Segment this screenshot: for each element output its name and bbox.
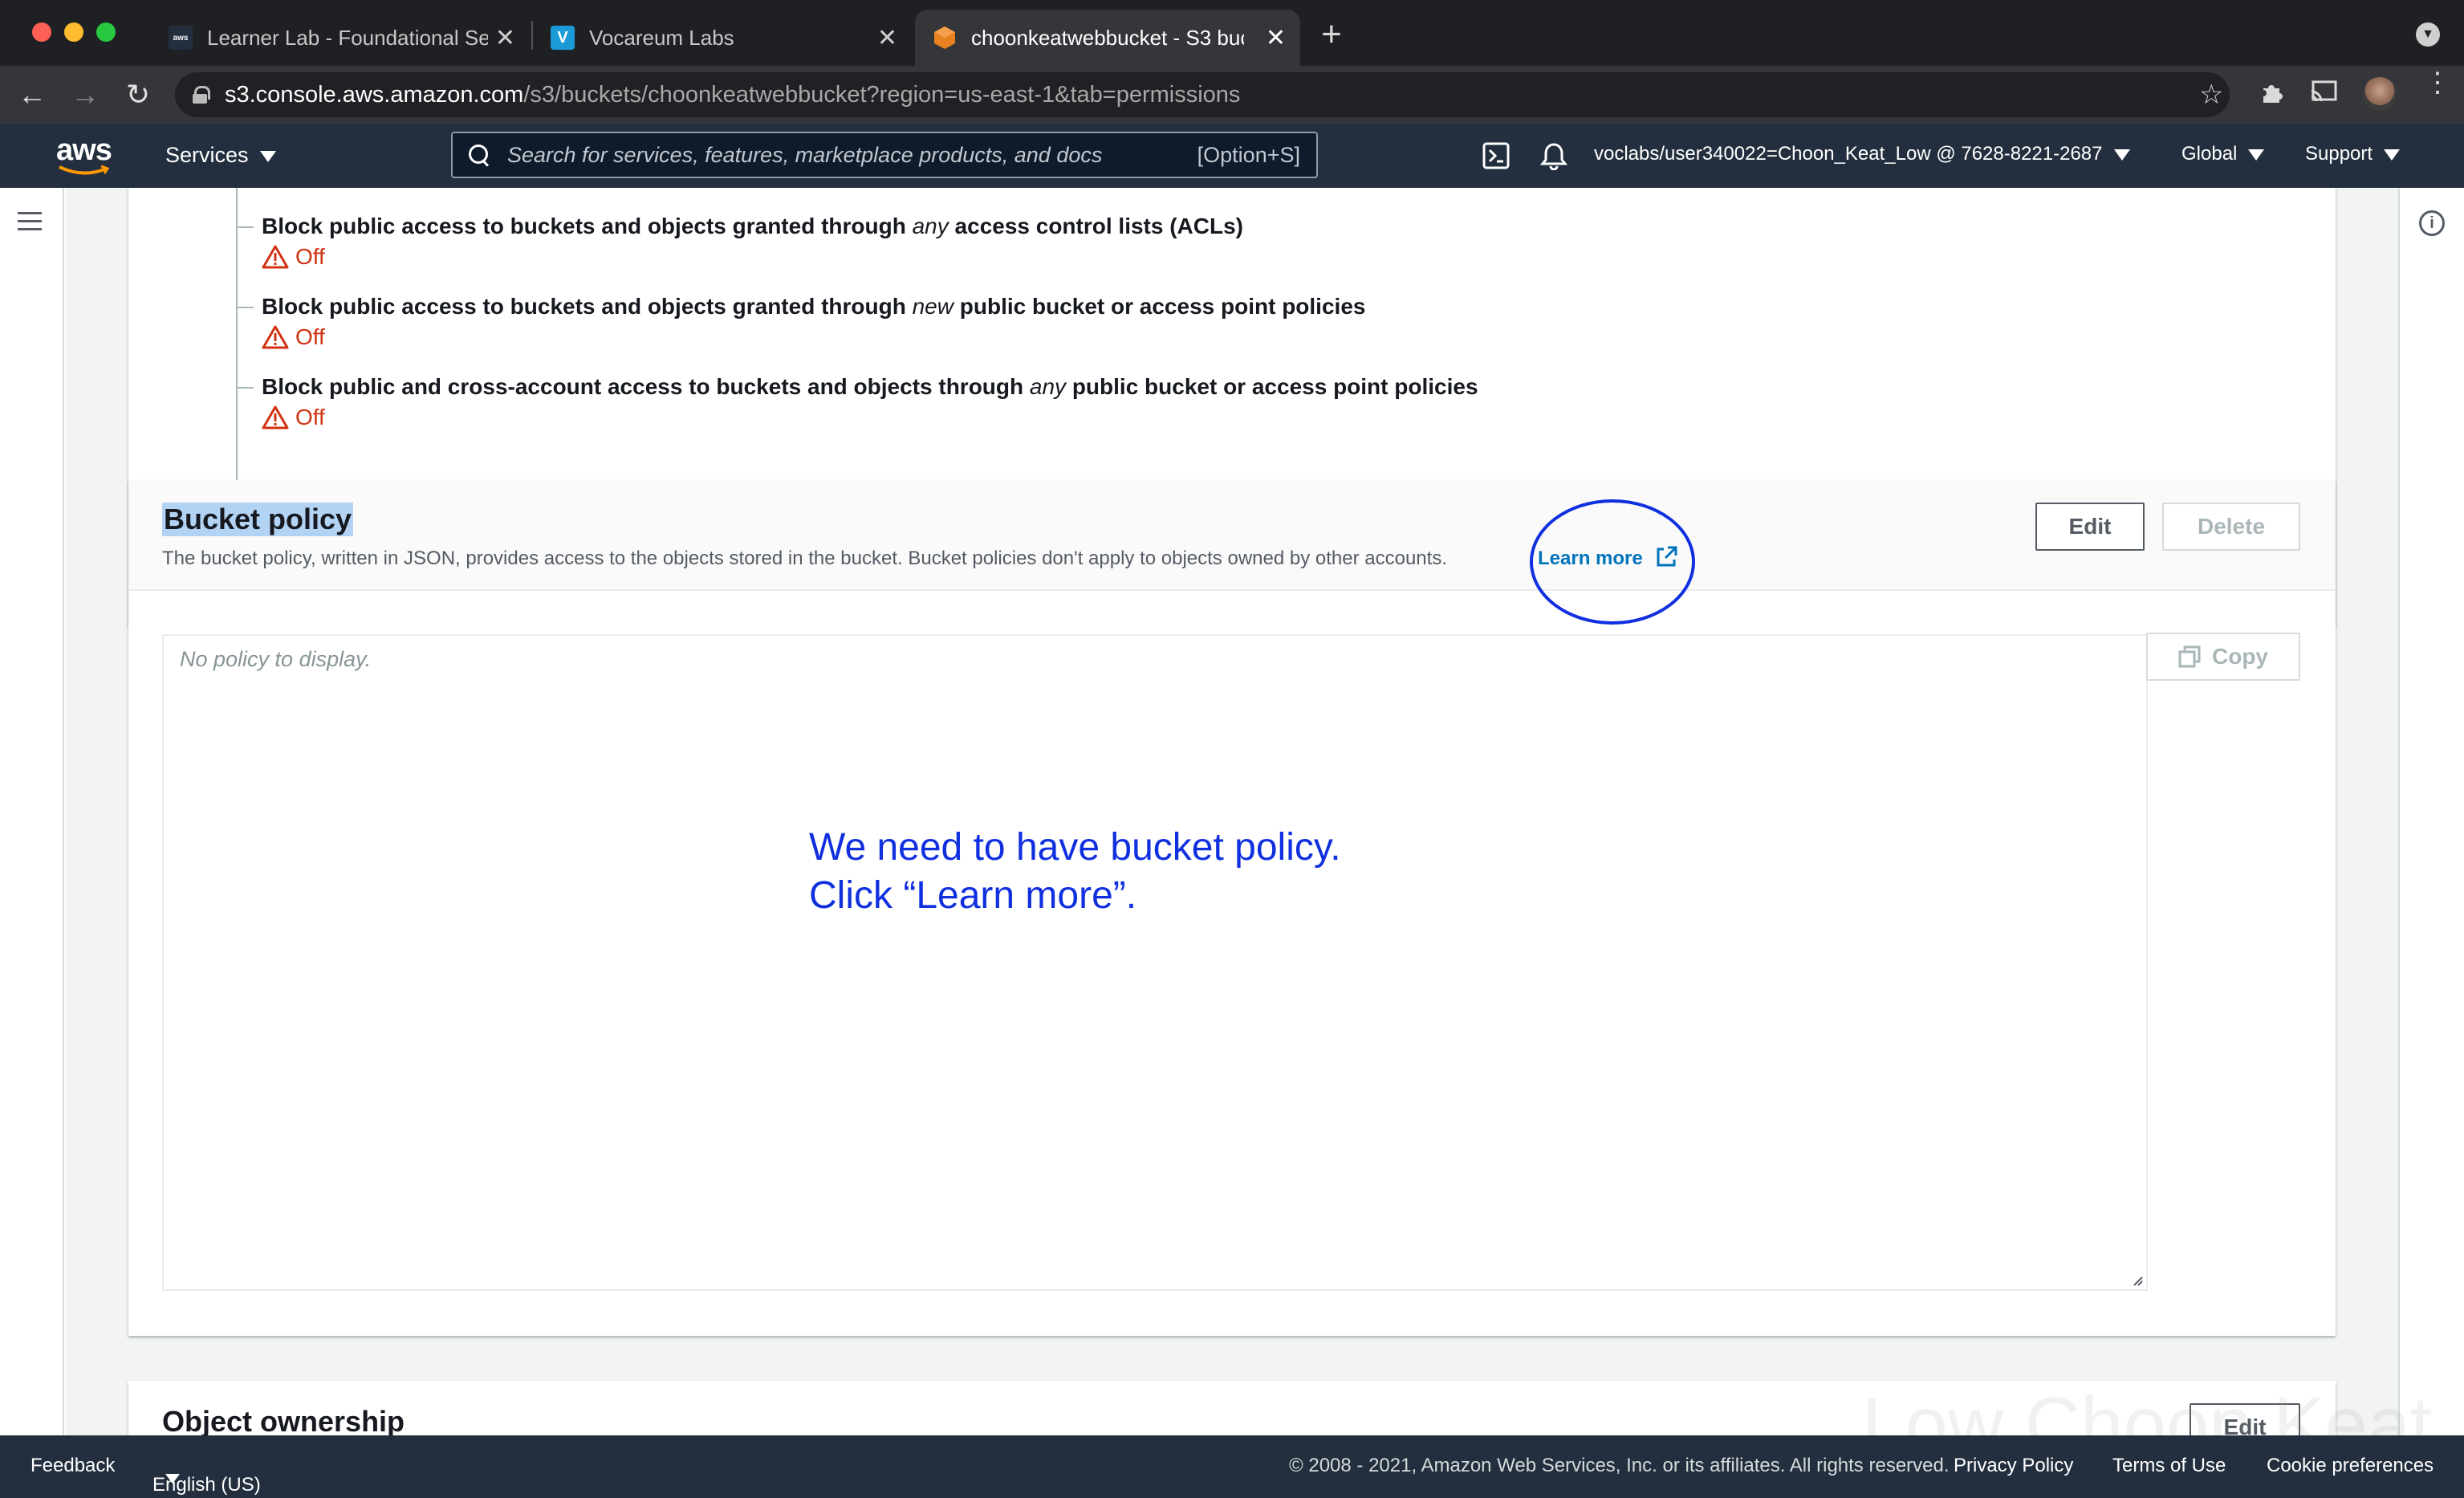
url-host: s3.console.aws.amazon.com xyxy=(225,81,524,108)
tab-title: choonkeatwebbucket - S3 buc xyxy=(971,25,1244,50)
cookie-preferences-link[interactable]: Cookie preferences xyxy=(2267,1455,2434,1477)
support-menu[interactable]: Support xyxy=(2305,143,2401,165)
status-text: Off xyxy=(295,324,325,349)
url-path: /s3/buckets/choonkeatwebbucket?region=us… xyxy=(523,81,1241,108)
profile-avatar[interactable] xyxy=(2363,77,2397,111)
cast-icon[interactable] xyxy=(2310,80,2337,109)
bucket-policy-title: Bucket policy xyxy=(162,503,354,536)
caret-down-icon xyxy=(2384,149,2401,161)
copy-policy-button[interactable]: Copy xyxy=(2146,633,2300,681)
tab-title: Learner Lab - Foundational Ser xyxy=(207,25,488,50)
caret-down-icon xyxy=(2113,149,2130,161)
policy-placeholder: No policy to display. xyxy=(180,647,372,671)
hamburger-menu-icon[interactable] xyxy=(18,212,42,236)
bpa-setting-acl-any: Block public access to buckets and objec… xyxy=(262,214,1243,238)
bookmark-star-icon[interactable]: ☆ xyxy=(2199,79,2223,111)
aws-top-nav: aws Services Search for services, featur… xyxy=(0,124,2464,188)
privacy-policy-link[interactable]: Privacy Policy xyxy=(1954,1455,2073,1477)
lock-icon xyxy=(193,86,210,104)
caret-down-icon xyxy=(165,1474,180,1484)
status-badge: Off xyxy=(262,244,325,270)
bucket-policy-header: Bucket policy The bucket policy, written… xyxy=(128,480,2336,625)
warning-icon xyxy=(262,245,289,269)
new-tab-button[interactable]: + xyxy=(1321,14,1342,55)
close-tab-icon[interactable]: ✕ xyxy=(1266,24,1286,52)
annotation-circle xyxy=(1530,499,1695,625)
services-menu[interactable]: Services xyxy=(165,143,276,168)
tree-line xyxy=(236,188,238,519)
browser-tab[interactable]: aws Learner Lab - Foundational Ser ✕ xyxy=(152,10,530,66)
object-ownership-title: Object ownership xyxy=(162,1405,405,1435)
reload-icon[interactable]: ↻ xyxy=(119,75,157,114)
bucket-policy-description: The bucket policy, written in JSON, prov… xyxy=(162,548,1447,569)
info-icon[interactable]: i xyxy=(2419,210,2445,236)
search-icon xyxy=(469,145,490,165)
close-tab-icon[interactable]: ✕ xyxy=(877,24,897,52)
console-footer: Feedback English (US) © 2008 - 2021, Ama… xyxy=(0,1435,2464,1498)
minimize-window-button[interactable] xyxy=(64,22,83,42)
url-omnibox[interactable]: s3.console.aws.amazon.com/s3/buckets/cho… xyxy=(175,72,2230,117)
copy-label: Copy xyxy=(2212,644,2268,669)
cloudshell-icon[interactable] xyxy=(1482,141,1511,170)
status-badge: Off xyxy=(262,405,325,430)
close-tab-icon[interactable]: ✕ xyxy=(495,24,515,52)
warning-icon xyxy=(262,325,289,349)
aws-logo-text: aws xyxy=(56,133,112,167)
tree-line xyxy=(236,307,254,308)
browser-address-bar: ← → ↻ s3.console.aws.amazon.com/s3/bucke… xyxy=(0,66,2464,124)
search-placeholder: Search for services, features, marketpla… xyxy=(507,142,1103,167)
delete-policy-button[interactable]: Delete xyxy=(2162,503,2300,551)
warning-icon xyxy=(262,405,289,429)
tree-line xyxy=(236,226,254,228)
close-window-button[interactable] xyxy=(32,22,51,42)
copyright-text: © 2008 - 2021, Amazon Web Services, Inc.… xyxy=(1289,1455,1950,1476)
account-label: voclabs/user340022=Choon_Keat_Low @ 7628… xyxy=(1594,143,2103,165)
tab-separator xyxy=(531,21,533,50)
search-shortcut: [Option+S] xyxy=(1197,142,1300,167)
services-label: Services xyxy=(165,143,249,167)
bpa-setting-policy-new: Block public access to buckets and objec… xyxy=(262,294,1366,319)
annotation-text: We need to have bucket policy. Click “Le… xyxy=(809,824,1341,920)
policy-editor-textarea[interactable]: No policy to display. xyxy=(162,634,2148,1291)
browser-tab[interactable]: V Vocareum Labs ✕ xyxy=(535,10,912,66)
annotation-line: Click “Learn more”. xyxy=(809,874,1137,917)
left-navigation-rail xyxy=(0,188,64,1435)
browser-tab-active[interactable]: choonkeatwebbucket - S3 buc ✕ xyxy=(915,10,1300,66)
extensions-icon[interactable] xyxy=(2260,79,2286,111)
bpa-setting-cross-account: Block public and cross-account access to… xyxy=(262,374,1478,399)
browser-menu-icon[interactable]: ⋮ xyxy=(2424,69,2451,96)
account-menu[interactable]: voclabs/user340022=Choon_Keat_Low @ 7628… xyxy=(1594,143,2130,165)
tab-title: Vocareum Labs xyxy=(589,25,734,50)
region-label: Global xyxy=(2181,143,2238,165)
caret-down-icon xyxy=(2248,149,2265,161)
status-text: Off xyxy=(295,244,325,269)
caret-down-icon xyxy=(259,150,276,162)
aws-smile-icon xyxy=(59,165,110,175)
browser-tab-bar: aws Learner Lab - Foundational Ser ✕ V V… xyxy=(0,0,2464,66)
tab-search-icon[interactable]: ▼ xyxy=(2416,22,2440,47)
region-menu[interactable]: Global xyxy=(2181,143,2265,165)
aws-logo[interactable]: aws xyxy=(56,133,114,178)
s3-favicon-icon xyxy=(933,26,957,50)
forward-arrow-icon[interactable]: → xyxy=(66,75,104,114)
terms-of-use-link[interactable]: Terms of Use xyxy=(2112,1455,2226,1477)
copy-icon xyxy=(2178,645,2201,668)
notifications-bell-icon[interactable] xyxy=(1539,141,1568,170)
edit-policy-button[interactable]: Edit xyxy=(2035,503,2145,551)
status-badge: Off xyxy=(262,324,325,350)
support-label: Support xyxy=(2305,143,2373,165)
tree-line xyxy=(236,387,254,389)
resize-grip-icon[interactable] xyxy=(2130,1273,2143,1286)
search-input[interactable]: Search for services, features, marketpla… xyxy=(451,132,1318,178)
right-help-rail xyxy=(2398,188,2464,1435)
back-arrow-icon[interactable]: ← xyxy=(13,75,51,114)
maximize-window-button[interactable] xyxy=(96,22,116,42)
main-content: Block public access to buckets and objec… xyxy=(66,188,2398,1435)
aws-favicon-icon: aws xyxy=(169,26,193,50)
status-text: Off xyxy=(295,405,325,429)
vocareum-favicon-icon: V xyxy=(551,26,575,50)
annotation-line: We need to have bucket policy. xyxy=(809,826,1341,869)
feedback-link[interactable]: Feedback xyxy=(30,1455,115,1477)
